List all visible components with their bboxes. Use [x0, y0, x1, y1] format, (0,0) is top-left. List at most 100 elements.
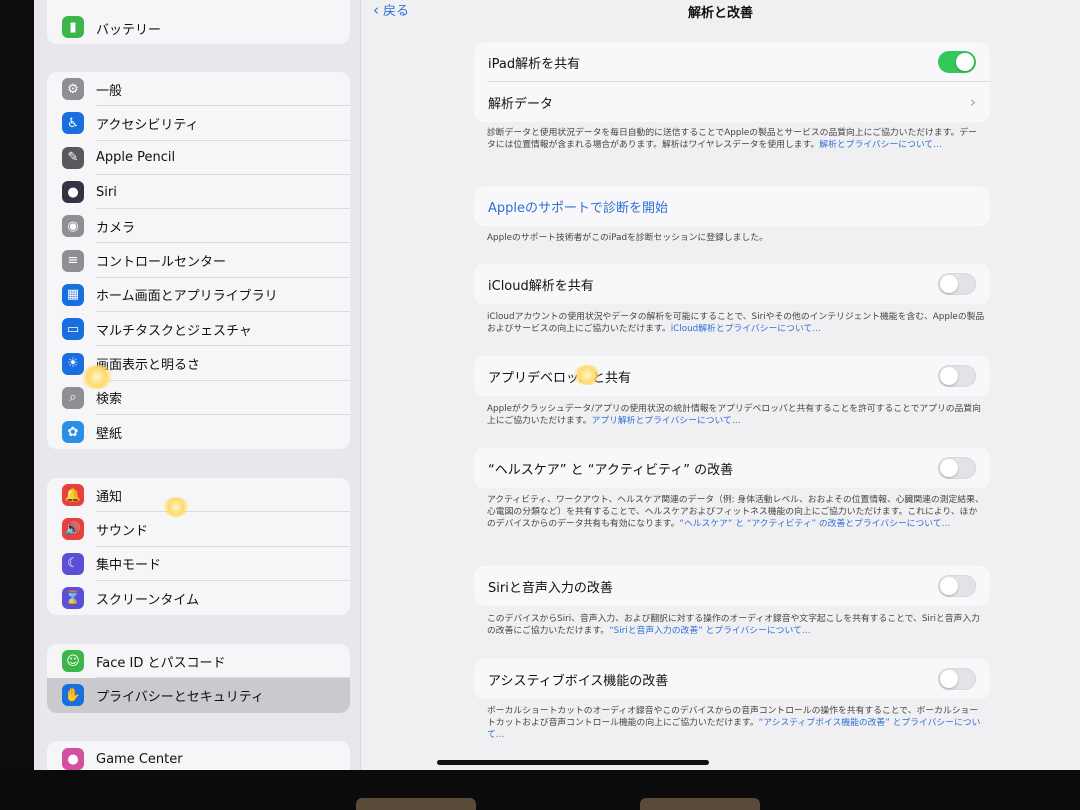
support-footer: Appleのサポート技術者がこのiPadを診断セッションに登録しました。	[487, 232, 985, 244]
hourglass-icon: ⌛	[62, 587, 84, 610]
analytics-data-label: 解析データ	[488, 96, 554, 112]
siri-dictation-footer: このデバイスからSiri、音声入力、および翻訳に対する操作のオーディオ録音や文字…	[487, 613, 985, 637]
sidebar-item-camera[interactable]: ◉ カメラ	[47, 209, 350, 244]
sidebar-item-label: ホーム画面とアプリライブラリ	[96, 289, 278, 305]
sidebar-group-notifications: 🔔 通知 🔊 サウンド ☾ 集中モード ⌛ スクリーンタイム	[47, 478, 350, 616]
improve-health-activity-row: “ヘルスケア” と “アクティビティ” の改善	[474, 448, 990, 488]
toggle-knob	[940, 459, 958, 477]
light-glare	[162, 497, 190, 517]
sidebar-item-battery[interactable]: ▮ バッテリー	[47, 0, 350, 44]
improve-health-activity-toggle[interactable]	[938, 457, 976, 479]
sidebar-group-general: ⚙ 一般 ♿ アクセシビリティ ✎ Apple Pencil ● Siri ◉ カメラ ≡ コントロー…	[47, 72, 350, 450]
toggle-knob	[940, 577, 958, 595]
privacy-link[interactable]: iCloud解析とプライバシーについて…	[671, 324, 821, 334]
sidebar-item-moon[interactable]: ☾ 集中モード	[47, 547, 350, 581]
share-ipad-analytics-toggle[interactable]	[938, 51, 976, 73]
sidebar-item-label: 通知	[96, 489, 123, 505]
sidebar-item-home-screen[interactable]: ▦ ホーム画面とアプリライブラリ	[47, 278, 350, 313]
sidebar-item-accessibility[interactable]: ♿ アクセシビリティ	[47, 106, 350, 141]
sidebar-item-siri[interactable]: ● Siri	[47, 175, 350, 210]
sidebar-item-wallpaper[interactable]: ✿ 壁紙	[47, 415, 350, 449]
multitasking-icon: ▭	[62, 318, 84, 341]
device-bezel-accent	[356, 798, 476, 810]
sidebar-item-face-id[interactable]: ☺ Face ID とパスコード	[47, 644, 350, 679]
page-title: 解析と改善	[687, 6, 753, 21]
speaker-icon: 🔊	[62, 518, 84, 541]
sidebar-item-multitasking[interactable]: ▭ マルチタスクとジェスチャ	[47, 312, 350, 347]
device-bezel-accent	[640, 798, 760, 810]
improve-assistive-voice-toggle[interactable]	[938, 668, 976, 690]
icloud-analytics-card: iCloud解析を共有	[474, 264, 990, 304]
home-indicator[interactable]	[437, 760, 709, 765]
sidebar-group-partial: ▮ バッテリー	[47, 0, 350, 44]
sidebar-item-hourglass[interactable]: ⌛ スクリーンタイム	[47, 581, 350, 615]
sidebar-item-label: Face ID とパスコード	[96, 655, 226, 671]
privacy-link[interactable]: “ヘルスケア” と “アクティビティ” の改善とプライバシーについて…	[679, 519, 950, 529]
sidebar-item-label: バッテリー	[96, 23, 162, 38]
sidebar-item-label: プライバシーとセキュリティ	[96, 689, 264, 705]
analytics-detail-pane: ‹ 戻る 解析と改善 iPad解析を共有 解析データ › 診断データと使用状況デ…	[361, 0, 1080, 770]
toggle-knob	[956, 53, 974, 71]
improve-siri-dictation-label: Siriと音声入力の改善	[488, 580, 613, 596]
moon-icon: ☾	[62, 552, 84, 575]
chevron-right-icon: ›	[970, 93, 976, 111]
share-with-developers-row: アプリデベロッパと共有	[474, 356, 990, 396]
search-icon: ⌕	[62, 386, 84, 409]
bell-icon: 🔔	[62, 484, 84, 507]
sidebar-item-pencil[interactable]: ✎ Apple Pencil	[47, 141, 350, 175]
share-ipad-analytics-label: iPad解析を共有	[488, 56, 581, 72]
home-screen-icon: ▦	[62, 283, 84, 306]
assistive-voice-card: アシスティブボイス機能の改善	[474, 659, 990, 699]
sidebar-item-label: コントロールセンター	[96, 255, 227, 271]
sidebar-item-speaker[interactable]: 🔊 サウンド	[47, 512, 350, 547]
privacy-link[interactable]: アプリ解析とプライバシーについて…	[592, 416, 741, 426]
share-ipad-analytics-row: iPad解析を共有	[474, 42, 990, 82]
siri-icon: ●	[62, 181, 84, 204]
sidebar-item-label: Apple Pencil	[96, 150, 176, 166]
sidebar-item-label: 検索	[96, 392, 123, 408]
sidebar-item-label: 集中モード	[96, 558, 162, 574]
assistive-voice-footer: ボーカルショートカットのオーディオ録音やこのデバイスからの音声コントロールの操作…	[487, 705, 985, 741]
improve-assistive-voice-label: アシスティブボイス機能の改善	[488, 673, 669, 689]
sidebar-item-label: Game Center	[96, 751, 183, 767]
support-card: Appleのサポートで診断を開始	[474, 186, 990, 226]
sidebar-item-label: マルチタスクとジェスチャ	[96, 323, 252, 339]
footer-text: Appleのサポート技術者がこのiPadを診断セッションに登録しました。	[487, 233, 768, 243]
face-id-icon: ☺	[62, 650, 84, 673]
camera-icon: ◉	[62, 215, 84, 238]
sidebar-group-partial-bottom: ● Game Center	[47, 741, 350, 770]
accessibility-icon: ♿	[62, 112, 84, 135]
health-activity-card: “ヘルスケア” と “アクティビティ” の改善	[474, 448, 990, 488]
sidebar-group-security: ☺ Face ID とパスコード ✋ プライバシーとセキュリティ	[47, 644, 350, 713]
analytics-data-row[interactable]: 解析データ ›	[474, 82, 990, 122]
start-support-diagnostics-row[interactable]: Appleのサポートで診断を開始	[474, 186, 990, 226]
ipad-analytics-footer: 診断データと使用状況データを毎日自動的に送信することでAppleの製品とサービス…	[487, 127, 985, 151]
app-developer-card: アプリデベロッパと共有	[474, 356, 990, 396]
settings-sidebar: 設定 ▮ バッテリー ⚙一般♿アクセシビリティ✎Apple Pencil●Sir…	[34, 0, 361, 770]
sidebar-item-bell[interactable]: 🔔 通知	[47, 478, 350, 513]
privacy-link[interactable]: “Siriと音声入力の改善” とプライバシーについて…	[609, 626, 811, 636]
pencil-icon: ✎	[62, 146, 84, 169]
ipad-screen: 設定 ▮ バッテリー ⚙一般♿アクセシビリティ✎Apple Pencil●Sir…	[34, 0, 1080, 770]
sidebar-item-gear[interactable]: ⚙ 一般	[47, 72, 350, 107]
sidebar-item-label: サウンド	[96, 523, 149, 539]
sidebar-item-hand[interactable]: ✋ プライバシーとセキュリティ	[47, 678, 350, 713]
sidebar-item-label: スクリーンタイム	[96, 592, 200, 608]
sidebar-item-control-center[interactable]: ≡ コントロールセンター	[47, 243, 350, 278]
sidebar-item-label: カメラ	[96, 220, 136, 236]
control-center-icon: ≡	[62, 249, 84, 272]
improve-siri-dictation-row: Siriと音声入力の改善	[474, 566, 990, 606]
sidebar-item-label: 壁紙	[96, 426, 123, 442]
device-bezel	[0, 770, 1080, 810]
privacy-link[interactable]: 解析とプライバシーについて…	[819, 140, 942, 150]
sidebar-item-game-center[interactable]: ● Game Center	[47, 741, 350, 770]
hand-icon: ✋	[62, 684, 84, 707]
toggle-knob	[940, 275, 958, 293]
light-glare	[572, 365, 602, 385]
share-icloud-analytics-row: iCloud解析を共有	[474, 264, 990, 304]
share-icloud-analytics-toggle[interactable]	[938, 273, 976, 295]
improve-siri-dictation-toggle[interactable]	[938, 575, 976, 597]
share-with-developers-label: アプリデベロッパと共有	[488, 370, 632, 386]
share-with-developers-toggle[interactable]	[938, 365, 976, 387]
share-icloud-analytics-label: iCloud解析を共有	[488, 278, 594, 294]
